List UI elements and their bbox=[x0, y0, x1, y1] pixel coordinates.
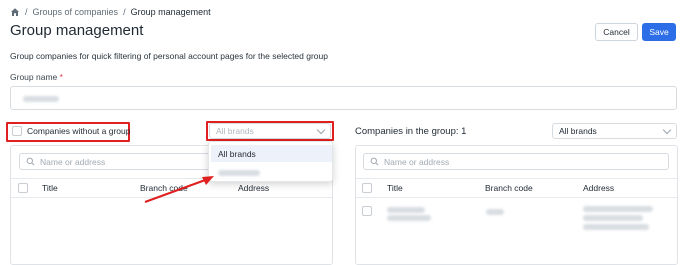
right-search-placeholder: Name or address bbox=[384, 156, 450, 167]
breadcrumb-current: Group management bbox=[130, 7, 211, 17]
chevron-down-icon bbox=[662, 125, 672, 134]
cancel-button[interactable]: Cancel bbox=[595, 23, 638, 41]
companies-without-group-toggle[interactable]: Companies without a group bbox=[12, 126, 130, 136]
redacted-title bbox=[387, 207, 425, 213]
right-search-input[interactable]: Name or address bbox=[363, 153, 669, 170]
checkbox[interactable] bbox=[12, 126, 22, 136]
right-brand-select-value: All brands bbox=[559, 126, 597, 136]
home-icon[interactable] bbox=[10, 7, 20, 17]
row-checkbox[interactable] bbox=[362, 206, 372, 216]
search-icon bbox=[370, 157, 379, 166]
breadcrumb: / Groups of companies / Group management bbox=[10, 6, 211, 18]
divider bbox=[356, 178, 677, 179]
breadcrumb-separator: / bbox=[25, 7, 28, 17]
select-all-checkbox[interactable] bbox=[18, 183, 28, 193]
page-description: Group companies for quick filtering of p… bbox=[10, 51, 328, 61]
group-name-input[interactable] bbox=[10, 86, 677, 110]
breadcrumb-groups-link[interactable]: Groups of companies bbox=[33, 7, 119, 17]
group-name-label: Group name * bbox=[10, 72, 63, 82]
companies-without-group-label: Companies without a group bbox=[27, 126, 131, 136]
right-panel-heading: Companies in the group: 1 bbox=[355, 126, 467, 137]
left-search-input[interactable]: Name or address bbox=[19, 153, 213, 170]
group-name-label-text: Group name bbox=[10, 72, 58, 82]
redacted-address-line2 bbox=[583, 215, 643, 221]
redacted-address-line3 bbox=[583, 224, 649, 230]
column-address[interactable]: Address bbox=[583, 183, 614, 193]
right-brand-select[interactable]: All brands bbox=[552, 123, 677, 139]
column-title[interactable]: Title bbox=[42, 183, 58, 193]
column-address[interactable]: Address bbox=[238, 183, 269, 193]
left-brand-select[interactable]: All brands bbox=[209, 123, 331, 139]
chevron-down-icon bbox=[316, 125, 326, 134]
dropdown-option-all-brands[interactable]: All brands bbox=[211, 145, 332, 162]
table-row[interactable] bbox=[356, 198, 677, 238]
group-name-value-redacted bbox=[23, 96, 59, 102]
save-button[interactable]: Save bbox=[642, 23, 676, 41]
column-branch-code[interactable]: Branch code bbox=[485, 183, 533, 193]
left-brand-select-placeholder: All brands bbox=[216, 126, 254, 136]
brand-dropdown-menu: All brands bbox=[208, 141, 333, 182]
arrow-annotation-icon bbox=[144, 176, 214, 203]
select-all-checkbox[interactable] bbox=[362, 183, 372, 193]
redacted-branch-code bbox=[486, 209, 504, 215]
required-marker: * bbox=[59, 72, 63, 82]
breadcrumb-separator: / bbox=[123, 7, 126, 17]
right-companies-panel: Name or address Title Branch code Addres… bbox=[355, 145, 678, 265]
dropdown-option-redacted[interactable] bbox=[211, 164, 332, 181]
redacted-title-line2 bbox=[387, 215, 431, 221]
page-title: Group management bbox=[10, 22, 144, 39]
redacted-address bbox=[583, 206, 653, 212]
redacted-text bbox=[218, 169, 260, 176]
column-title[interactable]: Title bbox=[387, 183, 403, 193]
search-icon bbox=[26, 157, 35, 166]
left-search-placeholder: Name or address bbox=[40, 156, 106, 167]
